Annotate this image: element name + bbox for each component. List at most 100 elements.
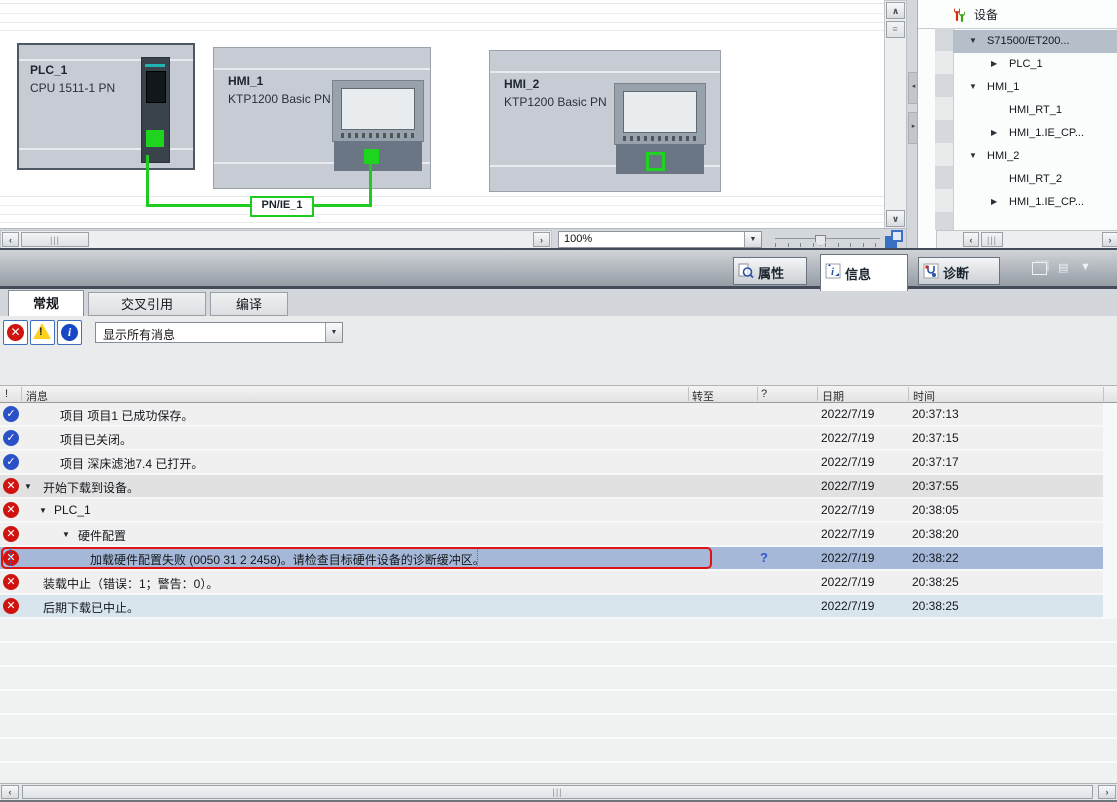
dropdown-arrow-icon[interactable]: ▼ (325, 323, 342, 342)
hmi-panel-graphic[interactable] (614, 83, 706, 145)
scroll-down-button[interactable]: ∨ (886, 210, 905, 227)
tab-label: 诊断 (943, 263, 969, 282)
column-divider[interactable] (757, 387, 758, 401)
message-date: 2022/7/19 (821, 479, 874, 493)
col-message[interactable]: 消息 (26, 388, 48, 404)
filter-warnings-button[interactable] (30, 320, 55, 345)
expand-arrow-icon[interactable]: ▼ (62, 530, 70, 539)
tree-item[interactable]: ▶ HMI_1.IE_CP... (953, 122, 1117, 145)
scrollbar-thumb[interactable]: ||| (22, 785, 1093, 799)
col-goto[interactable]: 转至 (692, 388, 714, 404)
device-model: KTP1200 Basic PN (228, 92, 331, 106)
message-row[interactable]: ✓ 项目已关闭。 2022/7/19 20:37:15 (0, 427, 1117, 451)
subnet-label[interactable]: PN/IE_1 (250, 196, 314, 217)
message-horizontal-scrollbar[interactable]: ‹ ||| › (0, 783, 1117, 802)
column-divider[interactable] (1103, 387, 1104, 401)
expand-arrow-icon[interactable]: ▼ (24, 482, 32, 491)
scrollbar-thumb[interactable]: ||| (21, 232, 89, 247)
network-view-canvas[interactable]: PLC_1 CPU 1511-1 PN HMI_1 KTP1200 Basic … (0, 0, 884, 228)
tree-item[interactable]: ▼ HMI_1 (953, 76, 1117, 99)
scroll-up-button[interactable]: ∧ (886, 2, 905, 19)
network-line[interactable] (146, 155, 149, 206)
tree-item[interactable]: HMI_RT_1 (953, 99, 1117, 122)
col-help[interactable]: ? (761, 388, 767, 400)
scroll-left-button[interactable]: ‹ (1, 785, 19, 799)
scroll-right-button[interactable]: › (533, 232, 550, 247)
expand-arrow-icon[interactable]: ▶ (991, 128, 997, 137)
panel-list-icon[interactable]: ▤ (1058, 261, 1068, 274)
message-date: 2022/7/19 (821, 407, 874, 421)
expand-arrow-icon[interactable]: ▼ (969, 151, 977, 160)
pane-splitter[interactable]: ◂ ▸ (906, 0, 917, 248)
float-panel-icon[interactable] (1032, 262, 1047, 275)
zoom-value: 100% (564, 233, 592, 245)
tab-properties[interactable]: 属性 (733, 257, 807, 285)
expand-arrow-icon[interactable]: ▼ (969, 82, 977, 91)
message-row[interactable]: ✕ 装载中止（错误：1；警告：0）。 2022/7/19 20:38:25 (0, 571, 1117, 595)
scrollbar-thumb[interactable]: ||| (981, 232, 1003, 247)
subtab-cross-references[interactable]: 交叉引用 (88, 292, 206, 316)
col-time[interactable]: 时间 (913, 388, 935, 404)
col-exclamation[interactable]: ! (5, 388, 8, 400)
column-divider[interactable] (21, 387, 22, 401)
device-hmi1[interactable]: HMI_1 KTP1200 Basic PN (213, 47, 431, 189)
zoom-select[interactable]: 100% ▼ (558, 231, 762, 248)
column-divider[interactable] (688, 387, 689, 401)
message-row[interactable]: ✕ 后期下载已中止。 2022/7/19 20:38:25 (0, 595, 1117, 619)
help-question-mark[interactable]: ? (760, 550, 768, 565)
expand-arrow-icon[interactable]: ▶ (991, 197, 997, 206)
scrollbar-thumb[interactable]: ≡ (886, 21, 905, 38)
device-plc1[interactable]: PLC_1 CPU 1511-1 PN (17, 43, 195, 170)
plc-module-graphic[interactable] (141, 57, 170, 163)
plc-status-led (146, 130, 164, 147)
tab-diagnostics[interactable]: 诊断 (918, 257, 1000, 285)
tree-item[interactable]: ▶ HMI_1.IE_CP... (953, 191, 1117, 214)
tree-item[interactable]: ▼ HMI_2 (953, 145, 1117, 168)
filter-value: 显示所有消息 (103, 326, 175, 343)
collapse-panel-icon[interactable]: ▼ (1080, 261, 1091, 273)
selected-message-outline (1, 547, 712, 569)
tree-horizontal-scrollbar[interactable]: ‹ ||| › (936, 230, 1117, 250)
fit-to-view-icon[interactable] (884, 230, 904, 249)
message-row[interactable]: ✕ ▼ PLC_1 2022/7/19 20:38:05 (0, 499, 1117, 523)
tab-info[interactable]: i 信息 (820, 254, 908, 291)
message-row[interactable]: ✓ 项目 深床滤池7.4 已打开。 2022/7/19 20:37:17 (0, 451, 1117, 475)
expand-arrow-icon[interactable]: ▼ (969, 36, 977, 45)
expand-arrow-icon[interactable]: ▶ (991, 59, 997, 68)
slider-tick (863, 243, 864, 247)
tree-item[interactable]: HMI_RT_2 (953, 168, 1117, 191)
filter-errors-button[interactable]: ✕ (3, 320, 28, 345)
scroll-left-button[interactable]: ‹ (2, 232, 19, 247)
column-divider[interactable] (908, 387, 909, 401)
col-date[interactable]: 日期 (822, 388, 844, 404)
scroll-right-button[interactable]: › (1098, 785, 1116, 799)
message-row[interactable]: ✕ 加载硬件配置失败 (0050 31 2 2458)。请检查目标硬件设备的诊断… (0, 547, 1117, 571)
tree-item[interactable]: ▶ PLC_1 (953, 53, 1117, 76)
message-status-icon: ✕ (3, 502, 19, 518)
zoom-slider[interactable] (775, 235, 880, 247)
expand-arrow-icon[interactable]: ▼ (39, 506, 47, 515)
drag-indicator (10, 548, 12, 568)
hmi-panel-graphic[interactable] (332, 80, 424, 142)
message-date: 2022/7/19 (821, 431, 874, 445)
dropdown-arrow-icon[interactable]: ▼ (744, 232, 761, 247)
message-text: 装载中止（错误：1；警告：0）。 (43, 575, 218, 592)
message-row[interactable]: ✕ ▼ 开始下载到设备。 2022/7/19 20:37:55 (0, 475, 1117, 499)
network-vertical-scrollbar[interactable]: ∧ ≡ ∨ (884, 0, 908, 230)
message-filter-select[interactable]: 显示所有消息 ▼ (95, 322, 343, 343)
column-divider[interactable] (817, 387, 818, 401)
device-separator (214, 68, 430, 70)
network-line[interactable] (369, 162, 372, 206)
subtab-general[interactable]: 常规 (8, 290, 84, 316)
message-status-icon: ✓ (3, 454, 19, 470)
message-text: 项目 项目1 已成功保存。 (60, 407, 193, 424)
filter-info-button[interactable]: i (57, 320, 82, 345)
subtab-compile[interactable]: 编译 (210, 292, 288, 316)
scroll-left-button[interactable]: ‹ (963, 232, 979, 247)
message-row[interactable]: ✕ ▼ 硬件配置 2022/7/19 20:38:20 (0, 523, 1117, 547)
device-hmi2[interactable]: HMI_2 KTP1200 Basic PN (489, 50, 721, 192)
message-row[interactable]: ✓ 项目 项目1 已成功保存。 2022/7/19 20:37:13 (0, 403, 1117, 427)
scroll-right-button[interactable]: › (1102, 232, 1117, 247)
tree-item[interactable]: ▼ S71500/ET200... (953, 30, 1117, 53)
message-time: 20:38:20 (912, 527, 959, 541)
